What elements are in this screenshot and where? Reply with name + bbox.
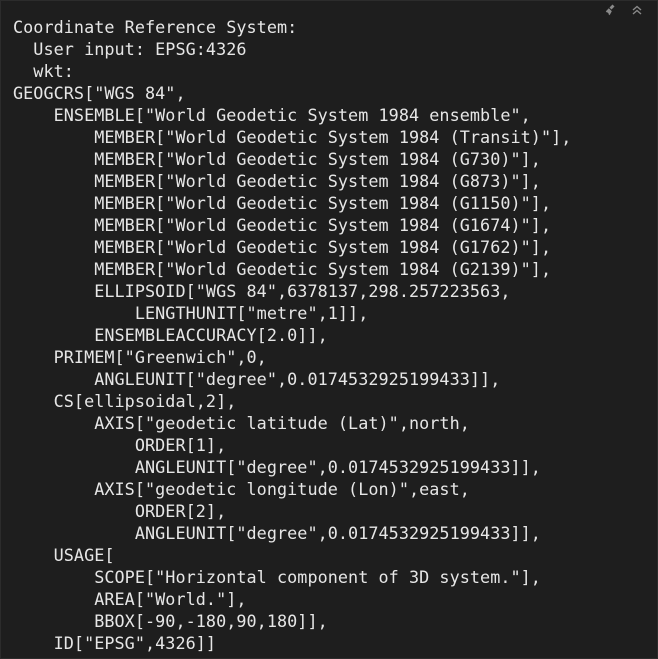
output-line: PRIMEM["Greenwich",0, — [13, 347, 267, 367]
output-line: AXIS["geodetic longitude (Lon)",east, — [13, 479, 470, 499]
output-line: ANGLEUNIT["degree",0.0174532925199433]], — [13, 457, 541, 477]
output-line: MEMBER["World Geodetic System 1984 (G176… — [13, 237, 552, 257]
output-line: MEMBER["World Geodetic System 1984 (G213… — [13, 259, 552, 279]
broom-icon[interactable] — [605, 4, 617, 16]
output-line: MEMBER["World Geodetic System 1984 (G115… — [13, 193, 552, 213]
output-line: MEMBER["World Geodetic System 1984 (G730… — [13, 149, 541, 169]
output-line: ELLIPSOID["WGS 84",6378137,298.257223563… — [13, 281, 511, 301]
output-line: ORDER[2], — [13, 501, 227, 521]
output-line: User input: EPSG:4326 — [13, 39, 247, 59]
console-output-pane: Coordinate Reference System: User input:… — [0, 0, 658, 659]
output-line: BBOX[-90,-180,90,180]], — [13, 611, 328, 631]
output-line: AXIS["geodetic latitude (Lat)",north, — [13, 413, 470, 433]
output-line: ENSEMBLEACCURACY[2.0]], — [13, 325, 328, 345]
output-line: LENGTHUNIT["metre",1]], — [13, 303, 369, 323]
collapse-up-icon[interactable] — [631, 4, 643, 16]
output-line: USAGE[ — [13, 545, 115, 565]
output-line: MEMBER["World Geodetic System 1984 (G873… — [13, 171, 541, 191]
output-line: MEMBER["World Geodetic System 1984 (Tran… — [13, 127, 572, 147]
output-line: GEOGCRS["WGS 84", — [13, 83, 186, 103]
output-line: SCOPE["Horizontal component of 3D system… — [13, 567, 541, 587]
output-line: ANGLEUNIT["degree",0.0174532925199433]], — [13, 523, 541, 543]
output-line: ENSEMBLE["World Geodetic System 1984 ens… — [13, 105, 531, 125]
output-line: AREA["World."], — [13, 589, 247, 609]
output-line: CS[ellipsoidal,2], — [13, 391, 237, 411]
output-line: Coordinate Reference System: — [13, 17, 298, 37]
output-line: MEMBER["World Geodetic System 1984 (G167… — [13, 215, 552, 235]
output-line: ID["EPSG",4326]] — [13, 633, 217, 653]
console-toolbar — [605, 3, 643, 17]
output-line: wkt: — [13, 61, 74, 81]
output-line: ORDER[1], — [13, 435, 227, 455]
output-line: ANGLEUNIT["degree",0.0174532925199433]], — [13, 369, 501, 389]
console-text: Coordinate Reference System: User input:… — [13, 16, 571, 654]
